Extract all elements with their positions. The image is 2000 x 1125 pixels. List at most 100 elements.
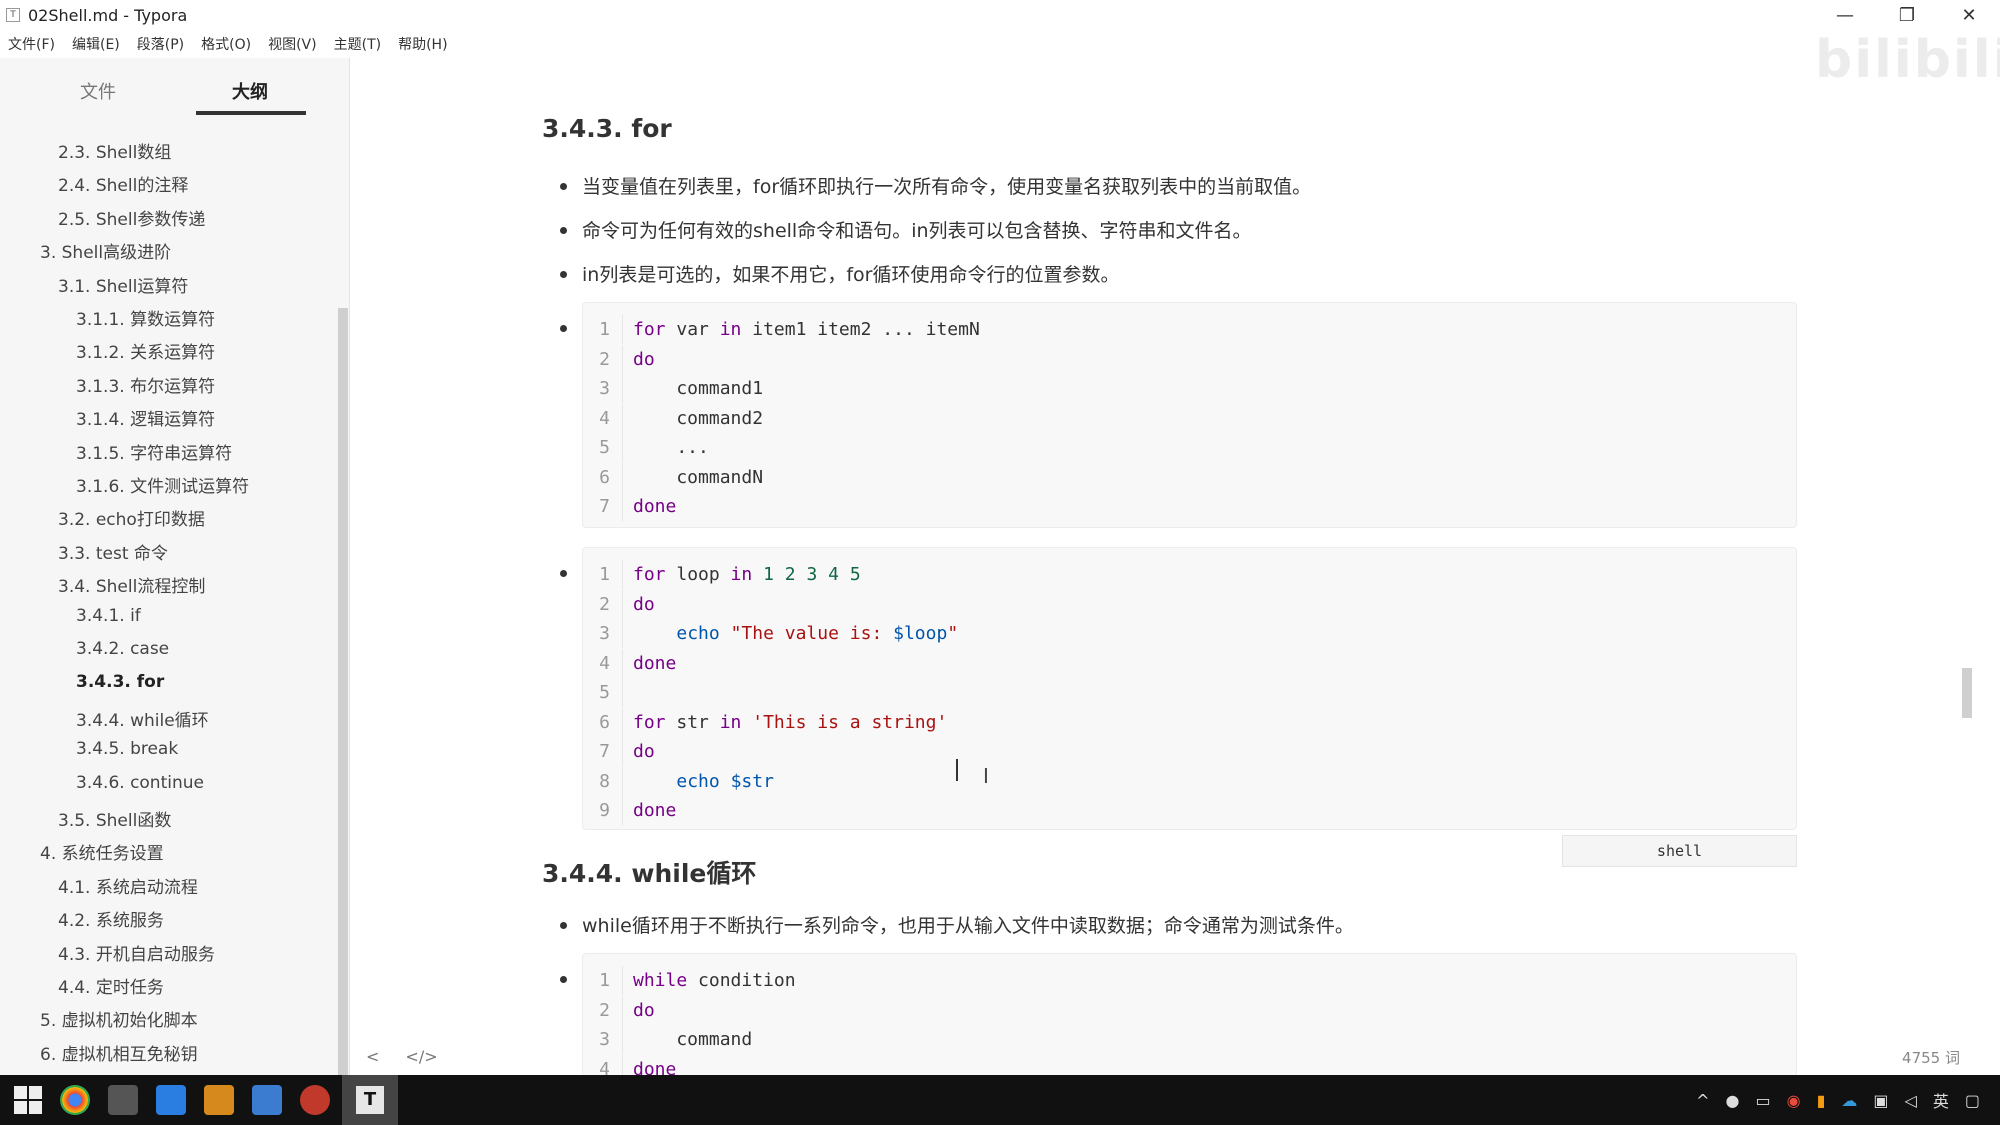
code-line[interactable]: 9 done — [583, 796, 676, 825]
code-line[interactable]: 4 command2 — [583, 403, 763, 433]
code-text[interactable]: do — [623, 741, 655, 762]
code-text[interactable]: command — [623, 1029, 752, 1050]
network-icon[interactable]: ▣ — [1873, 1091, 1888, 1110]
outline-item[interactable]: 3.1.5. 字符串运算符 — [76, 439, 232, 464]
outline-item[interactable]: 3.1. Shell运算符 — [58, 272, 188, 297]
menu-paragraph[interactable]: 段落(P) — [137, 34, 184, 54]
code-text[interactable]: for str in 'This is a string' — [623, 712, 947, 733]
code-line[interactable]: 2 do — [583, 589, 655, 619]
code-line[interactable]: 6 for str in 'This is a string' — [583, 707, 947, 737]
code-text[interactable]: do — [623, 1000, 655, 1021]
outline-item[interactable]: 3. Shell高级进阶 — [40, 238, 171, 263]
outline-item[interactable]: 3.1.2. 关系运算符 — [76, 338, 215, 363]
code-line[interactable]: 2 do — [583, 995, 655, 1025]
browser-icon[interactable] — [300, 1085, 330, 1115]
outline-item[interactable]: 2.4. Shell的注释 — [58, 171, 188, 196]
code-text[interactable]: command1 — [623, 378, 763, 399]
outline-item[interactable]: 4.4. 定时任务 — [58, 973, 164, 998]
code-line[interactable]: 5 — [583, 678, 633, 707]
code-line[interactable]: 6 commandN — [583, 462, 763, 492]
code-text[interactable]: done — [623, 1059, 676, 1076]
code-text[interactable]: echo $str — [623, 771, 774, 792]
flag-icon[interactable]: ▮ — [1817, 1091, 1826, 1110]
record-icon[interactable]: ◉ — [1787, 1091, 1801, 1110]
outline-item[interactable]: 3.1.3. 布尔运算符 — [76, 372, 215, 397]
code-text[interactable]: do — [623, 349, 655, 370]
outline-item[interactable]: 4.3. 开机自启动服务 — [58, 940, 215, 965]
code-line[interactable]: 5 ... — [583, 433, 709, 462]
minimize-button[interactable]: — — [1814, 0, 1876, 30]
outline-item[interactable]: 3.1.6. 文件测试运算符 — [76, 472, 249, 497]
chrome-icon[interactable] — [60, 1085, 90, 1115]
outline-item[interactable]: 3.4.2. case — [76, 639, 169, 659]
code-line[interactable]: 2 do — [583, 344, 655, 374]
code-line[interactable]: 1 while condition — [583, 966, 796, 995]
tab-outline[interactable]: 大纲 — [232, 78, 268, 104]
code-line[interactable]: 7 done — [583, 492, 676, 521]
code-text[interactable]: for loop in 1 2 3 4 5 — [623, 564, 861, 585]
sidebar-scrollbar[interactable] — [338, 308, 348, 1075]
editor-content[interactable]: 3.4.3. for 当变量值在列表里，for循环即执行一次所有命令，使用变量名… — [352, 58, 1972, 1075]
close-button[interactable]: ✕ — [1938, 0, 2000, 30]
outline-item[interactable]: 3.4.3. for — [76, 672, 164, 692]
code-line[interactable]: 3 echo "The value is: $loop" — [583, 619, 958, 648]
menu-edit[interactable]: 编辑(E) — [72, 34, 120, 54]
ime-indicator[interactable]: 英 — [1933, 1088, 1949, 1112]
outline-item[interactable]: 3.1.1. 算数运算符 — [76, 305, 215, 330]
volume-icon[interactable]: ◁ — [1905, 1091, 1917, 1110]
outline-item[interactable]: 3.4. Shell流程控制 — [58, 572, 205, 597]
code-block-while-syntax[interactable]: 1 while condition 2 do 3 command 4 done — [582, 953, 1797, 1075]
code-line[interactable]: 3 command1 — [583, 374, 763, 403]
screen-recorder-icon[interactable] — [156, 1085, 186, 1115]
code-line[interactable]: 8 echo $str — [583, 766, 774, 796]
outline-item[interactable]: 3.3. test 命令 — [58, 539, 168, 564]
code-text[interactable]: done — [623, 653, 676, 674]
menu-theme[interactable]: 主题(T) — [334, 34, 381, 54]
menu-help[interactable]: 帮助(H) — [398, 34, 447, 54]
outline-item[interactable]: 3.4.1. if — [76, 606, 141, 626]
tray-expand-icon[interactable]: ^ — [1696, 1091, 1709, 1110]
outline-item[interactable]: 2.5. Shell参数传递 — [58, 205, 205, 230]
code-text[interactable]: do — [623, 594, 655, 615]
outline-item[interactable]: 4.1. 系统启动流程 — [58, 873, 198, 898]
restore-button[interactable]: ❐ — [1876, 0, 1938, 30]
content-scrollbar[interactable] — [1962, 668, 1972, 718]
code-text[interactable]: done — [623, 800, 676, 821]
mic-icon[interactable]: ● — [1726, 1091, 1740, 1110]
outline-item[interactable]: 3.4.6. continue — [76, 773, 204, 793]
code-language-tag[interactable]: shell — [1562, 835, 1797, 867]
menu-format[interactable]: 格式(O) — [201, 34, 251, 54]
keyboard-icon[interactable]: ▭ — [1756, 1091, 1771, 1110]
cloud-icon[interactable]: ☁ — [1841, 1091, 1857, 1110]
code-text[interactable]: ... — [623, 437, 709, 458]
start-icon[interactable] — [14, 1086, 42, 1114]
outline-item[interactable]: 2.3. Shell数组 — [58, 138, 171, 163]
outline-item[interactable]: 3.1.4. 逻辑运算符 — [76, 405, 215, 430]
outline-item[interactable]: 4.2. 系统服务 — [58, 906, 164, 931]
outline-item[interactable]: 5. 虚拟机初始化脚本 — [40, 1006, 198, 1031]
code-text[interactable]: command2 — [623, 408, 763, 429]
code-text[interactable]: echo "The value is: $loop" — [623, 623, 958, 644]
menu-view[interactable]: 视图(V) — [268, 34, 317, 54]
typora-taskbar-button[interactable]: T — [342, 1075, 398, 1125]
tab-files[interactable]: 文件 — [80, 78, 116, 104]
code-line[interactable]: 4 done — [583, 648, 676, 678]
outline-item[interactable]: 4. 系统任务设置 — [40, 839, 164, 864]
code-text[interactable]: done — [623, 496, 676, 517]
code-line[interactable]: 7 do — [583, 737, 655, 766]
code-text[interactable]: for var in item1 item2 ... itemN — [623, 319, 980, 340]
outline-item[interactable]: 6. 虚拟机相互免秘钥 — [40, 1040, 198, 1065]
terminal-icon[interactable] — [108, 1085, 138, 1115]
code-line[interactable]: 1 for loop in 1 2 3 4 5 — [583, 560, 861, 589]
code-block-for-syntax[interactable]: 1 for var in item1 item2 ... itemN 2 do 3 co… — [582, 302, 1797, 528]
code-block-for-examples[interactable]: 1 for loop in 1 2 3 4 5 2 do 3 echo "The val… — [582, 547, 1797, 830]
outline-item[interactable]: 3.4.4. while循环 — [76, 706, 209, 731]
code-line[interactable]: 4 done — [583, 1054, 676, 1076]
notification-icon[interactable]: ▢ — [1965, 1091, 1980, 1110]
outline-item[interactable]: 3.4.5. break — [76, 739, 178, 759]
menu-file[interactable]: 文件(F) — [8, 34, 55, 54]
code-line[interactable]: 1 for var in item1 item2 ... itemN — [583, 315, 980, 344]
code-text[interactable]: commandN — [623, 467, 763, 488]
outline-item[interactable]: 3.2. echo打印数据 — [58, 505, 205, 530]
code-text[interactable]: while condition — [623, 970, 796, 991]
